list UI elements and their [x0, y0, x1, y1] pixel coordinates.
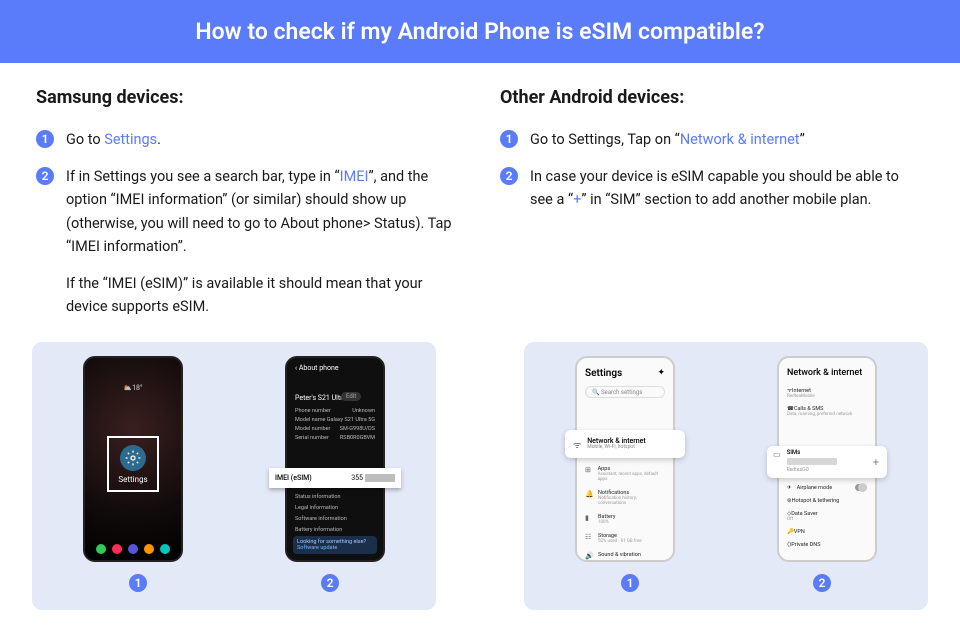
- samsung-phone-2: ‹ About phone Peter's S21 Ultra Edit Pho…: [285, 356, 385, 562]
- imei-esim-label: IMEI (eSIM): [275, 474, 312, 482]
- page-header: How to check if my Android Phone is eSIM…: [0, 0, 960, 63]
- sim-blur: [787, 458, 837, 465]
- storage-icon: ☷: [585, 533, 593, 541]
- dock-icon: [112, 544, 122, 554]
- battery-icon: ▮: [585, 514, 593, 522]
- samsung-phonerow: ⛅18° Settings ‹ About phone Pete: [42, 356, 426, 562]
- airplane-icon: ✈: [787, 485, 792, 491]
- weather-widget: ⛅18°: [85, 384, 181, 392]
- imei-link[interactable]: IMEI: [340, 168, 369, 185]
- settings-label: Settings: [118, 475, 147, 484]
- samsung-step-2-sub: If the “IMEI (eSIM)” is available it sho…: [66, 272, 460, 318]
- sound-icon: 🔊: [585, 552, 593, 560]
- sims-label: SIMs: [787, 449, 837, 456]
- sim-icon: ▭: [773, 450, 781, 459]
- samsung-step-1: 1 Go to Settings.: [36, 128, 460, 151]
- step-badge: 2: [500, 167, 518, 185]
- sims-callout: ▭ SIMs RedteaGO +: [767, 446, 887, 478]
- dock-icon: [128, 544, 138, 554]
- other-column: Other Android devices: 1 Go to Settings,…: [500, 87, 924, 332]
- network-rows-top: ᯤInternetRedteaMobile ☎Calls & SMSData, …: [787, 386, 867, 417]
- dock-icon: [160, 544, 170, 554]
- network-rows-bottom: ✈Airplane mode ⊚Hotspot & tethering ◇Dat…: [787, 484, 867, 548]
- about-lower: Status information Legal information Sof…: [295, 494, 375, 533]
- settings-app-tile: Settings: [107, 436, 159, 492]
- network-internet-link[interactable]: Network & internet: [680, 131, 800, 148]
- wifi-icon: ᯤ: [573, 438, 581, 451]
- step-text: Go to Settings, Tap on “Network & intern…: [530, 128, 805, 151]
- samsung-column: Samsung devices: 1 Go to Settings. 2 If …: [36, 87, 460, 332]
- gear-icon: [120, 445, 146, 471]
- dock-icon: [96, 544, 106, 554]
- samsung-mockstrip: ⛅18° Settings ‹ About phone Pete: [32, 342, 436, 610]
- imei-blur: [365, 474, 395, 482]
- other-title: Other Android devices:: [500, 87, 924, 108]
- other-numrow: 1 2: [534, 572, 918, 592]
- dock-icon: [144, 544, 154, 554]
- other-step-1: 1 Go to Settings, Tap on “Network & inte…: [500, 128, 924, 151]
- sim-name: RedteaGO: [787, 467, 837, 473]
- step-badge: 2: [36, 167, 54, 185]
- mock-num-1: 1: [621, 574, 639, 592]
- imei-esim-callout: IMEI (eSIM) 355: [269, 468, 401, 488]
- network-internet-callout: ᯤ Network & internet Mobile, Wi-Fi, hots…: [565, 430, 685, 458]
- about-phone-back: ‹ About phone: [295, 364, 339, 372]
- samsung-step-2: 2 If in Settings you see a search bar, t…: [36, 165, 460, 258]
- mock-num-1: 1: [129, 574, 147, 592]
- samsung-title: Samsung devices:: [36, 87, 460, 108]
- toggle: [855, 484, 867, 491]
- device-name: Peter's S21 Ultra: [295, 394, 346, 402]
- vpn-icon: 🔑: [787, 529, 794, 535]
- mock-num-2: 2: [813, 574, 831, 592]
- about-rows: Phone numberUnknown Model nameGalaxy S21…: [295, 408, 375, 441]
- other-phonerow: Settings ✦ 🔍 Search settings ᯤ Network &…: [534, 356, 918, 562]
- page-title: How to check if my Android Phone is eSIM…: [195, 18, 764, 45]
- other-phone-2: Network & internet ᯤInternetRedteaMobile…: [777, 356, 877, 562]
- bell-icon: 🔔: [585, 490, 593, 498]
- assistant-icon: ✦: [657, 368, 665, 378]
- plus-icon: +: [873, 456, 879, 469]
- step-text: Go to Settings.: [66, 128, 161, 151]
- step-text: If in Settings you see a search bar, typ…: [66, 165, 460, 258]
- settings-link[interactable]: Settings: [104, 131, 157, 148]
- step-text: In case your device is eSIM capable you …: [530, 165, 924, 211]
- mock-strips: ⛅18° Settings ‹ About phone Pete: [0, 332, 960, 610]
- looking-for: Looking for something else? Software upd…: [293, 536, 377, 554]
- edit-pill: Edit: [341, 392, 361, 401]
- step-badge: 1: [36, 130, 54, 148]
- settings-rows: ⊞AppsAssistant, recent apps, default app…: [585, 466, 665, 560]
- other-step-2: 2 In case your device is eSIM capable yo…: [500, 165, 924, 211]
- dock: [85, 544, 181, 554]
- network-title: Network & internet: [787, 368, 862, 378]
- other-mockstrip: Settings ✦ 🔍 Search settings ᯤ Network &…: [524, 342, 928, 610]
- other-phone-1: Settings ✦ 🔍 Search settings ᯤ Network &…: [575, 356, 675, 562]
- samsung-phone-1: ⛅18° Settings: [83, 356, 183, 562]
- columns: Samsung devices: 1 Go to Settings. 2 If …: [0, 63, 960, 332]
- search-settings: 🔍 Search settings: [585, 386, 665, 398]
- settings-title: Settings: [585, 368, 622, 379]
- mock-num-2: 2: [321, 574, 339, 592]
- step-badge: 1: [500, 130, 518, 148]
- samsung-numrow: 1 2: [42, 572, 426, 592]
- callout-sub: Mobile, Wi-Fi, hotspot: [587, 445, 646, 451]
- apps-icon: ⊞: [585, 466, 593, 474]
